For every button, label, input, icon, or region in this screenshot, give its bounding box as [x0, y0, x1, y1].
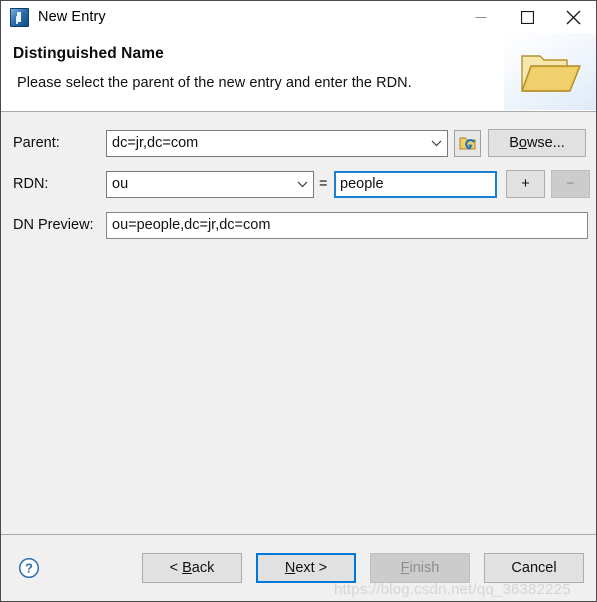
- parent-combo-value: dc=jr,dc=com: [112, 135, 199, 151]
- chevron-down-icon[interactable]: [291, 172, 313, 197]
- cancel-button[interactable]: Cancel: [484, 553, 584, 583]
- cancel-button-label: Cancel: [511, 560, 557, 576]
- header-banner-image: [504, 33, 596, 110]
- open-folder-icon: [521, 55, 581, 92]
- watermark-text: https://blog.csdn.net/qq_36382225: [334, 581, 571, 598]
- dialog-footer: ? https://blog.csdn.net/qq_36382225 < Ba…: [1, 534, 596, 601]
- parent-combo[interactable]: dc=jr,dc=com: [106, 129, 448, 157]
- page-title: Distinguished Name: [13, 45, 164, 62]
- form-area: Parent: dc=jr,dc=com Bowse... RDN: ou = …: [1, 112, 596, 534]
- add-rdn-label: +: [521, 176, 530, 192]
- chevron-down-icon[interactable]: [425, 131, 447, 156]
- page-description: Please select the parent of the new entr…: [17, 75, 412, 91]
- rdn-label: RDN:: [13, 176, 49, 192]
- finish-mnemonic: F: [400, 560, 410, 576]
- rdn-row: RDN: ou = people + −: [1, 170, 596, 198]
- window-controls: [458, 1, 596, 33]
- parent-pick-button[interactable]: [454, 129, 481, 157]
- back-button[interactable]: < Back: [142, 553, 242, 583]
- close-icon: [566, 10, 580, 24]
- back-button-label: < Back: [169, 560, 215, 576]
- finish-suffix: inish: [409, 560, 440, 576]
- back-mnemonic: B: [182, 560, 192, 576]
- svg-text:?: ?: [25, 561, 33, 576]
- rdn-equals-sign: =: [319, 176, 328, 192]
- dn-preview-value: ou=people,dc=jr,dc=com: [106, 211, 588, 239]
- rdn-value-input[interactable]: people: [334, 170, 497, 198]
- close-button[interactable]: [550, 1, 596, 33]
- parent-row: Parent: dc=jr,dc=com Bowse...: [1, 129, 596, 157]
- back-suffix: ack: [191, 560, 215, 576]
- wizard-header: Distinguished Name Please select the par…: [1, 33, 596, 112]
- browse-mnemonic: o: [518, 135, 527, 151]
- minimize-button[interactable]: [458, 1, 504, 33]
- new-entry-dialog: New Entry Distinguished Name Please sele…: [0, 0, 597, 602]
- window-title: New Entry: [38, 9, 106, 25]
- rdn-type-combo[interactable]: ou: [106, 170, 314, 198]
- remove-rdn-label: −: [566, 176, 575, 192]
- minimize-icon: [475, 17, 487, 18]
- next-suffix: ext >: [295, 560, 328, 576]
- dn-preview-text: ou=people,dc=jr,dc=com: [112, 217, 271, 233]
- rdn-type-value: ou: [112, 176, 129, 192]
- apache-directory-studio-icon: [10, 7, 29, 27]
- maximize-button[interactable]: [504, 1, 550, 33]
- folder-select-icon: [459, 137, 476, 150]
- finish-button: Finish: [370, 553, 470, 583]
- browse-button[interactable]: Bowse...: [488, 129, 586, 157]
- title-bar: New Entry: [1, 1, 596, 33]
- dn-preview-row: DN Preview: ou=people,dc=jr,dc=com: [1, 211, 596, 239]
- maximize-icon: [520, 10, 534, 24]
- browse-button-label: Bowse...: [509, 135, 565, 151]
- next-mnemonic: N: [284, 560, 296, 576]
- help-question-icon[interactable]: ?: [18, 557, 40, 579]
- remove-rdn-button: −: [551, 170, 590, 198]
- add-rdn-button[interactable]: +: [506, 170, 545, 198]
- dn-preview-label: DN Preview:: [13, 217, 94, 233]
- parent-label: Parent:: [13, 135, 60, 151]
- next-button-label: Next >: [285, 560, 327, 576]
- finish-button-label: Finish: [401, 560, 440, 576]
- wizard-buttons: < Back Next > Finish Cancel: [142, 553, 584, 583]
- rdn-value-text: people: [340, 176, 384, 192]
- next-button[interactable]: Next >: [256, 553, 356, 583]
